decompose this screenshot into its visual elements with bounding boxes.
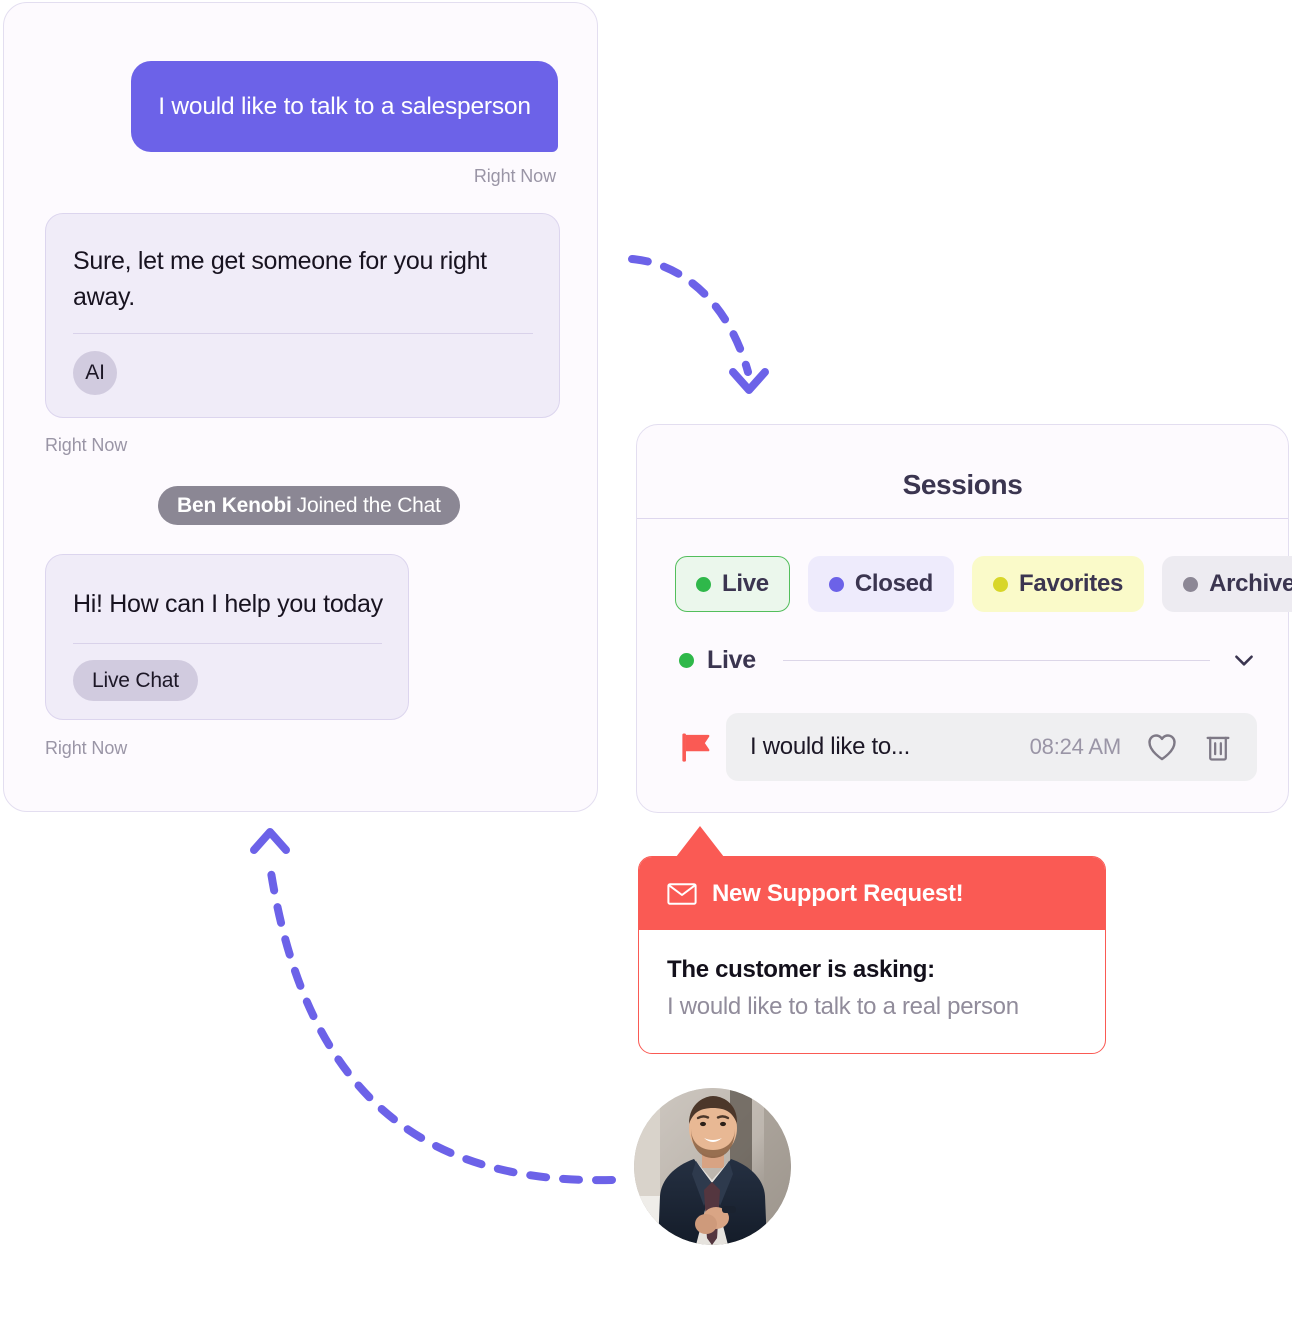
joined-suffix-text: Joined the Chat (296, 493, 441, 517)
joined-chat-pill: Ben Kenobi Joined the Chat (158, 486, 460, 525)
filter-tab-live[interactable]: Live (675, 556, 790, 612)
session-card[interactable]: I would like to... 08:24 AM (726, 713, 1257, 781)
sessions-title: Sessions (902, 469, 1023, 500)
chevron-down-icon[interactable] (1231, 647, 1257, 673)
message-timestamp-3: Right Now (45, 738, 128, 758)
message-timestamp-1: Right Now (473, 166, 556, 186)
arrow-path-top (628, 255, 752, 376)
bot-message-bubble-2: Hi! How can I help you today Live Chat (45, 554, 409, 720)
bubble-divider (73, 333, 533, 334)
status-dot-archived-icon (1183, 576, 1199, 592)
status-dot-live-icon (696, 576, 711, 592)
user-message-bubble: I would like to talk to a salesperson (131, 61, 558, 152)
notification-title: New Support Request! (712, 879, 964, 907)
ai-badge: AI (73, 351, 117, 395)
filter-tab-archived-label: Archived (1209, 570, 1292, 597)
avatar (634, 1088, 791, 1245)
session-group-label: Live (707, 645, 756, 674)
notification-question-text: I would like to talk to a real person (667, 993, 1019, 1020)
bot-message-text-2: Hi! How can I help you today (73, 590, 383, 618)
sessions-header-divider (637, 518, 1288, 519)
session-time: 08:24 AM (1029, 734, 1122, 759)
status-dot-closed-icon (828, 576, 844, 592)
filter-tab-favorites[interactable]: Favorites (972, 556, 1145, 612)
chat-panel: I would like to talk to a salesperson Ri… (3, 2, 598, 812)
filter-tab-archived[interactable]: Archived (1162, 556, 1292, 612)
joined-agent-name: Ben Kenobi (177, 493, 292, 517)
mail-icon (667, 882, 697, 905)
user-message-text: I would like to talk to a salesperson (158, 92, 531, 120)
arrow-head-top (729, 368, 769, 394)
filter-tab-closed-label: Closed (854, 570, 934, 597)
trash-icon[interactable] (1201, 730, 1235, 764)
sessions-panel: Sessions Live Closed Favorites Archived … (636, 424, 1292, 813)
notification-tail (676, 826, 724, 857)
session-snippet: I would like to... (750, 733, 911, 760)
arrow-path-bottom (266, 862, 616, 1185)
status-dot-favorites-icon (993, 576, 1009, 592)
notification-question-label: The customer is asking: (667, 956, 935, 983)
arrow-head-bottom (250, 828, 290, 854)
table-row[interactable]: I would like to... 08:24 AM (679, 713, 1257, 781)
bot-message-bubble-1: Sure, let me get someone for you right a… (45, 213, 560, 418)
bubble-divider (73, 643, 382, 644)
notification-body: The customer is asking: I would like to … (639, 930, 1105, 1021)
notification-card[interactable]: New Support Request! The customer is ask… (638, 856, 1106, 1054)
notification-header: New Support Request! (639, 857, 1105, 930)
session-filter-tabs: Live Closed Favorites Archived (675, 556, 1292, 612)
message-timestamp-2: Right Now (45, 435, 128, 455)
bot-message-text-1: Sure, let me get someone for you right a… (73, 247, 487, 311)
flag-icon[interactable] (679, 729, 715, 765)
filter-tab-live-label: Live (722, 570, 769, 597)
heart-icon[interactable] (1145, 730, 1179, 764)
screenshot-root: I would like to talk to a salesperson Ri… (0, 0, 1292, 1336)
status-dot-live-icon (679, 652, 694, 668)
live-chat-badge: Live Chat (73, 660, 198, 701)
section-rule (782, 659, 1210, 661)
session-group-header[interactable]: Live (679, 644, 1257, 676)
filter-tab-favorites-label: Favorites (1019, 570, 1124, 597)
filter-tab-closed[interactable]: Closed (807, 556, 955, 612)
agent-photo-icon (634, 1088, 791, 1245)
